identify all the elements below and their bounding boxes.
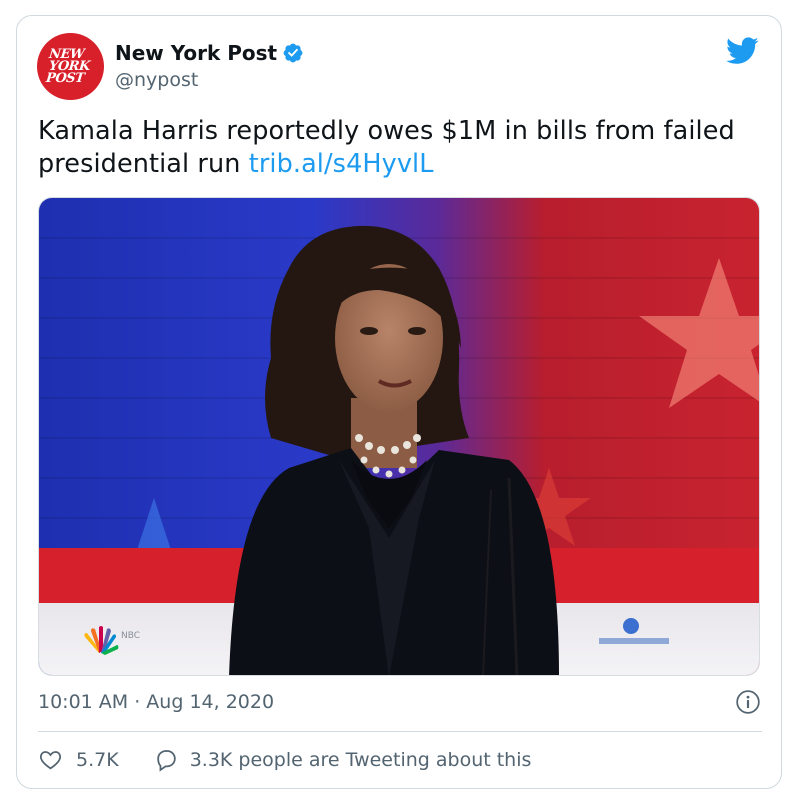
display-name[interactable]: New York Post	[115, 40, 277, 66]
debate-stage-photo: NBC	[39, 198, 759, 675]
like-count: 5.7K	[76, 748, 119, 771]
avatar-text-line-3: POST	[45, 70, 86, 86]
like-button[interactable]: 5.7K	[38, 747, 119, 772]
tweet-card[interactable]: NEW YORK POST New York Post @nypost Kama…	[16, 15, 782, 789]
reply-bubble-icon	[156, 750, 176, 772]
tweet-timestamp[interactable]: 10:01 AM · Aug 14, 2020	[38, 690, 274, 714]
tweet-link[interactable]: trib.al/s4HyvlL	[249, 149, 434, 179]
info-icon[interactable]	[735, 689, 761, 715]
avatar[interactable]: NEW YORK POST	[37, 33, 104, 100]
twitter-bird-icon[interactable]	[726, 37, 759, 65]
reply-button[interactable]: 3.3K people are Tweeting about this	[154, 747, 532, 772]
tweet-photo[interactable]: NBC	[38, 197, 760, 676]
reply-text: 3.3K people are Tweeting about this	[189, 748, 532, 771]
svg-text:NBC: NBC	[121, 631, 140, 641]
divider	[38, 731, 762, 732]
tweet-actions: 5.7K 3.3K people are Tweeting about this	[38, 747, 531, 772]
heart-icon	[39, 751, 62, 770]
verified-badge-icon	[283, 43, 303, 63]
tweet-text: Kamala Harris reportedly owes $1M in bil…	[38, 115, 778, 181]
author-name-row[interactable]: New York Post	[115, 40, 304, 66]
account-handle[interactable]: @nypost	[115, 68, 198, 92]
